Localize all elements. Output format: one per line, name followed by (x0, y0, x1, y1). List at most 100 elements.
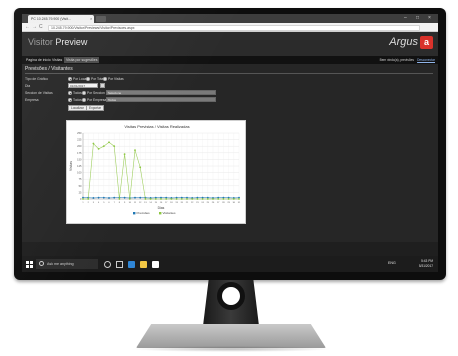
reload-icon[interactable]: C (39, 24, 43, 30)
legend-label-1: Previsões (137, 211, 151, 215)
legend-label-2: Visitantes (163, 211, 176, 215)
series-1-point (134, 196, 136, 199)
empresa-select[interactable]: Todos (106, 97, 216, 102)
series-2-point (139, 166, 142, 169)
minimize-icon[interactable]: – (404, 15, 407, 21)
series-2-point (154, 198, 157, 200)
search-icon (39, 261, 44, 266)
secao-radio-todos[interactable] (68, 91, 72, 95)
dia-input[interactable]: 01/01/2017 (68, 83, 98, 88)
x-tick-label: 26 (212, 202, 215, 204)
series-2-point (82, 198, 84, 200)
y-tick-label: 25 (79, 190, 82, 194)
empresa-radio-por-empresa[interactable] (82, 98, 86, 102)
app-header: Visitor Preview Argus a (22, 32, 438, 56)
url-input[interactable]: 10.245.79.900/Visitor/Previews/Visitor/P… (48, 25, 420, 31)
close-window-icon[interactable]: × (428, 15, 431, 21)
series-2-point (149, 198, 152, 200)
tipo-radio-visitas[interactable] (103, 77, 107, 81)
x-tick-label: 21 (186, 202, 189, 204)
chart-card: Visitas Previstas / Visitas Realizadas 0 2… (66, 120, 246, 224)
menu-item-visitas[interactable]: Visitas (50, 57, 64, 63)
tipo-radio-total[interactable] (86, 77, 90, 81)
line-chart: Visitas Previstas / Visitas Realizadas 0 2… (69, 124, 241, 215)
tab-close-icon[interactable]: × (90, 16, 92, 21)
series-1-point (108, 197, 110, 199)
brand-logo-icon: a (420, 36, 433, 49)
series-2-point (170, 198, 173, 200)
series-2-point (108, 141, 110, 144)
clock-date: 5/31/2017 (418, 264, 433, 268)
series-2-point (92, 142, 95, 145)
windows-start-icon[interactable] (26, 261, 33, 268)
menu-item-sugestoes[interactable]: Visita por sugestões (64, 57, 100, 63)
series-2-point (128, 198, 131, 200)
tray-language[interactable]: ENG (388, 261, 396, 265)
search-button[interactable]: Localizar (68, 105, 87, 111)
title-divider (25, 73, 433, 74)
logout-link[interactable]: Desconectar (417, 57, 435, 63)
series-2-point (97, 147, 100, 150)
series-2-point (123, 153, 126, 156)
x-tick-label: 6 (108, 202, 110, 204)
series-2-point (165, 198, 168, 200)
x-tick-label: 1 (82, 202, 84, 204)
secao-label-todos: Todos (73, 91, 82, 95)
x-tick-label: 27 (217, 202, 220, 204)
tipo-label-local: Por Local (73, 77, 87, 81)
browser-tab-title: PC 10.245.79.900 (Visit... (31, 17, 71, 21)
series-2-point (160, 198, 162, 200)
series-2-point (186, 198, 188, 200)
x-tick-label: 31 (238, 202, 241, 204)
y-tick-label: 125 (77, 164, 82, 168)
tipo-label: Tipo de Gráfico (25, 77, 49, 81)
x-tick-label: 30 (233, 202, 236, 204)
forward-icon[interactable]: → (32, 24, 37, 30)
stand-cable-hole (217, 282, 245, 310)
x-tick-label: 13 (144, 202, 147, 204)
store-icon[interactable] (152, 261, 159, 268)
x-tick-label: 23 (196, 202, 199, 204)
maximize-icon[interactable]: □ (416, 15, 419, 21)
series-1-point (123, 196, 126, 199)
taskbar-clock[interactable]: 5:43 PM 5/31/2017 (419, 259, 433, 269)
series-2-point (217, 198, 220, 200)
task-view-icon[interactable] (116, 261, 123, 268)
secao-radio-por-secao[interactable] (82, 91, 86, 95)
export-button[interactable]: Exportar (86, 105, 105, 111)
back-icon[interactable]: ← (25, 24, 30, 30)
series-2-point (144, 198, 147, 200)
empresa-label-todos: Todos (73, 98, 82, 102)
x-tick-label: 20 (181, 202, 184, 204)
y-axis-label: Visitas (69, 161, 73, 171)
x-tick-label: 5 (103, 202, 105, 204)
series-2-point (134, 149, 136, 152)
stand-shadow (130, 346, 332, 352)
x-tick-label: 15 (155, 202, 158, 204)
empresa-radio-todos[interactable] (68, 98, 72, 102)
browser-tab-bar: PC 10.245.79.900 (Visit... × – □ × (22, 14, 438, 23)
menu-item-inicio[interactable]: Pagina de inicio (24, 57, 53, 63)
page-title: Previsões / Visitantes (25, 66, 73, 72)
browser-tab[interactable]: PC 10.245.79.900 (Visit... × (28, 15, 94, 23)
series-1-point (92, 197, 95, 199)
x-tick-label: 17 (165, 202, 168, 204)
x-tick-label: 7 (114, 202, 116, 204)
tipo-radio-local[interactable] (68, 77, 72, 81)
dia-label: Dia (25, 84, 31, 88)
app-title-light: Visitor (28, 37, 53, 47)
file-explorer-icon[interactable] (140, 261, 147, 268)
calendar-icon[interactable] (100, 83, 105, 88)
series-1-point (97, 196, 100, 199)
cortana-icon[interactable] (104, 261, 111, 268)
secao-select[interactable]: Selecione (106, 90, 216, 95)
brand-logo-text: Argus (389, 36, 418, 48)
new-tab-button[interactable] (96, 16, 106, 22)
x-tick-label: 14 (149, 202, 152, 204)
x-tick-label: 12 (139, 202, 142, 204)
series-2-point (196, 198, 199, 200)
scene: PC 10.245.79.900 (Visit... × – □ × ← → C… (0, 0, 458, 356)
edge-browser-icon[interactable] (128, 261, 135, 268)
legend-swatch-1 (133, 212, 136, 215)
series-2-point (222, 198, 225, 200)
